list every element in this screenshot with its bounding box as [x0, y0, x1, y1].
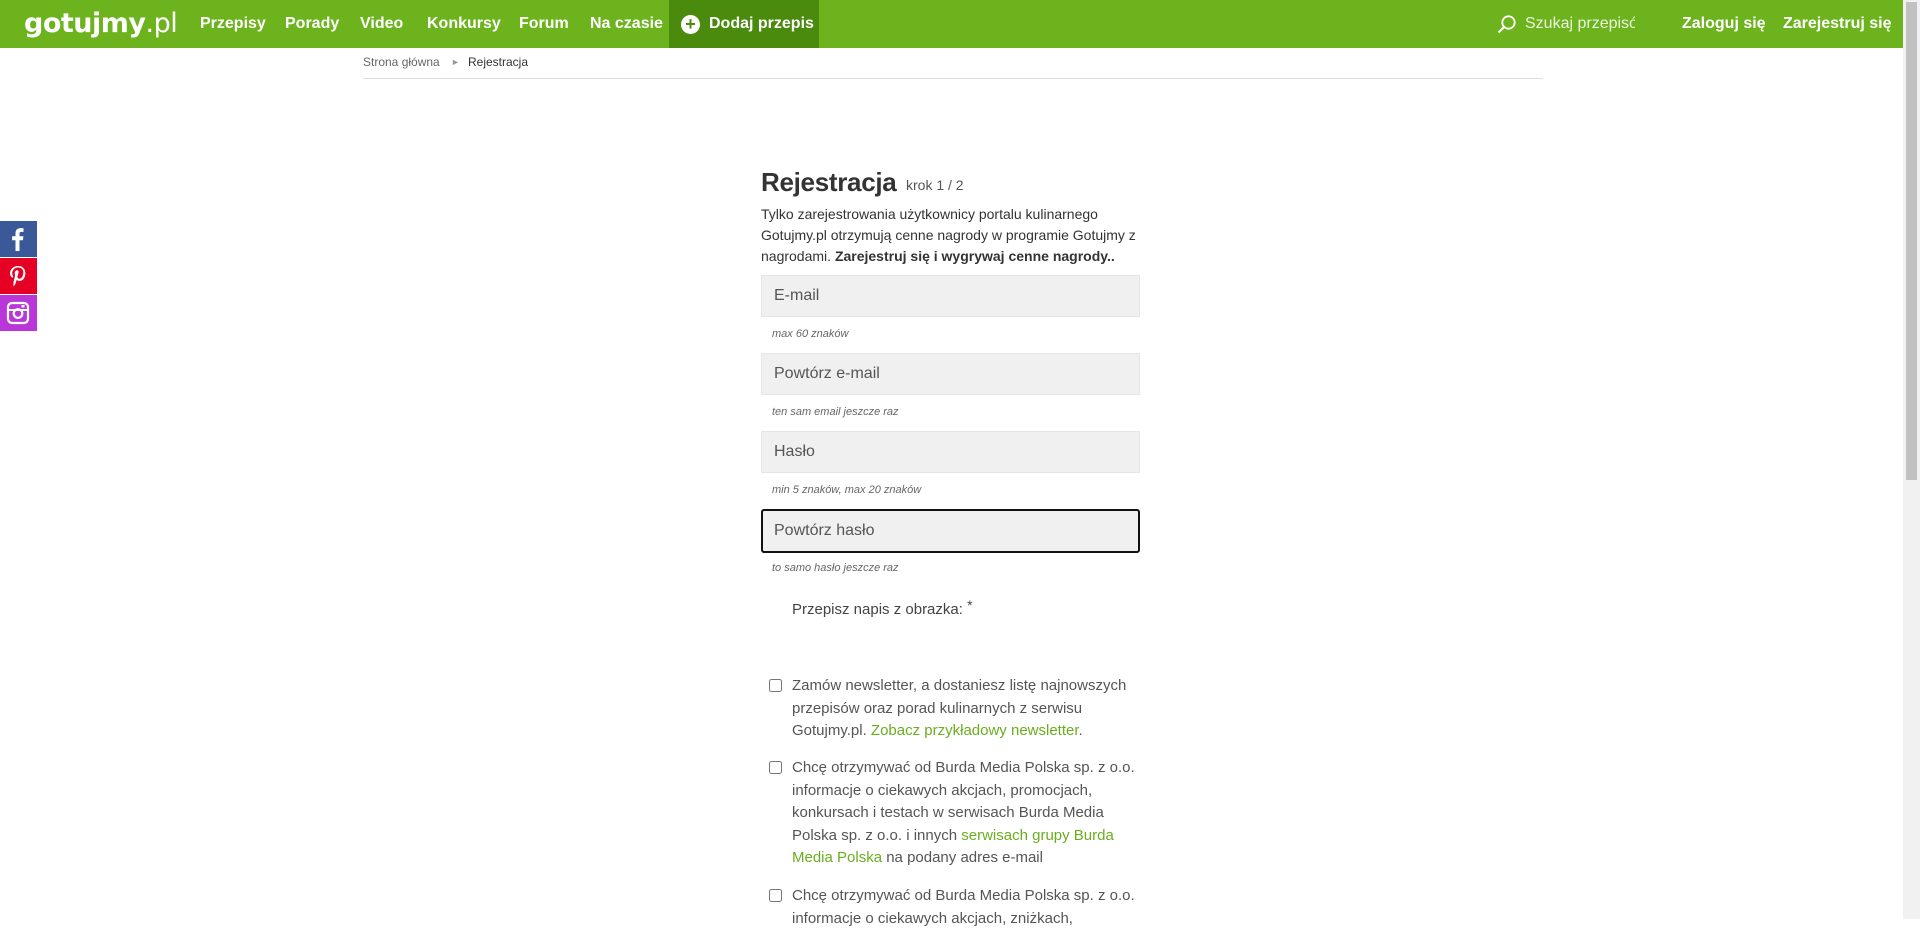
breadcrumb: Strona główna ► Rejestracja: [363, 54, 1543, 79]
newsletter-consent-text: Zamów newsletter, a dostaniesz listę naj…: [792, 675, 1147, 743]
nav-item-konkursy[interactable]: Konkursy: [427, 0, 501, 48]
instagram-icon: [6, 301, 30, 325]
search-box: [1495, 0, 1635, 48]
nav-item-forum[interactable]: Forum: [519, 0, 569, 48]
breadcrumb-home-link[interactable]: Strona główna: [363, 55, 440, 69]
captcha-label-text: Przepisz napis z obrazka:: [792, 601, 963, 618]
marketing-checkbox[interactable]: [769, 761, 782, 774]
sample-newsletter-link[interactable]: Zobacz przykładowy newsletter: [871, 722, 1079, 739]
step-indicator: krok 1 / 2: [906, 177, 964, 193]
newsletter-checkbox[interactable]: [769, 679, 782, 692]
password-hint: min 5 znaków, max 20 znaków: [772, 484, 922, 496]
password-repeat-field[interactable]: [761, 509, 1140, 553]
captcha-label: Przepisz napis z obrazka: *: [792, 597, 973, 618]
instagram-button[interactable]: [0, 295, 37, 331]
intro-text: Tylko zarejestrowania użytkownicy portal…: [761, 204, 1141, 267]
scrollbar-thumb[interactable]: [1906, 2, 1917, 480]
pinterest-button[interactable]: [0, 258, 37, 294]
intro-text-bold: Zarejestruj się i wygrywaj cenne nagrody…: [834, 248, 1115, 264]
site-logo[interactable]: gotujmy.pl: [24, 6, 178, 42]
password-repeat-hint: to samo hasło jeszcze raz: [772, 562, 899, 574]
password-field[interactable]: [761, 431, 1140, 473]
breadcrumb-separator-icon: ►: [451, 57, 460, 67]
search-icon[interactable]: [1497, 14, 1517, 34]
facebook-icon: [12, 228, 24, 251]
top-navigation-bar: gotujmy.pl Przepisy Porady Video Konkurs…: [0, 0, 1903, 48]
page-scrollbar[interactable]: [1903, 0, 1920, 919]
partner-checkbox[interactable]: [769, 889, 782, 902]
add-recipe-label: Dodaj przepis: [709, 15, 814, 32]
email-repeat-field[interactable]: [761, 353, 1140, 395]
partner-consent-text: Chcę otrzymywać od Burda Media Polska sp…: [792, 885, 1147, 930]
plus-circle-icon: +: [681, 15, 700, 34]
search-input[interactable]: [1525, 12, 1635, 36]
logo-suffix-text: .pl: [145, 8, 178, 39]
page-title: Rejestracja: [761, 167, 897, 197]
register-link[interactable]: Zarejestruj się: [1783, 0, 1892, 48]
newsletter-consent-end: .: [1078, 722, 1083, 739]
email-repeat-hint: ten sam email jeszcze raz: [772, 406, 899, 418]
email-hint: max 60 znaków: [772, 328, 849, 340]
nav-item-na-czasie[interactable]: Na czasie: [590, 0, 663, 48]
nav-item-porady[interactable]: Porady: [285, 0, 339, 48]
breadcrumb-current: Rejestracja: [468, 55, 529, 69]
pinterest-icon: [10, 266, 26, 287]
login-link[interactable]: Zaloguj się: [1682, 0, 1766, 48]
email-field[interactable]: [761, 275, 1140, 317]
logo-main-text: gotujmy: [24, 8, 146, 39]
add-recipe-button[interactable]: + Dodaj przepis: [669, 0, 819, 48]
marketing-consent-text: Chcę otrzymywać od Burda Media Polska sp…: [792, 757, 1147, 870]
nav-item-przepisy[interactable]: Przepisy: [200, 0, 266, 48]
required-asterisk: *: [967, 597, 973, 613]
facebook-button[interactable]: [0, 221, 37, 257]
nav-item-video[interactable]: Video: [360, 0, 403, 48]
marketing-consent-end: na podany adres e-mail: [882, 849, 1043, 866]
partner-consent-body: Chcę otrzymywać od Burda Media Polska sp…: [792, 887, 1135, 927]
